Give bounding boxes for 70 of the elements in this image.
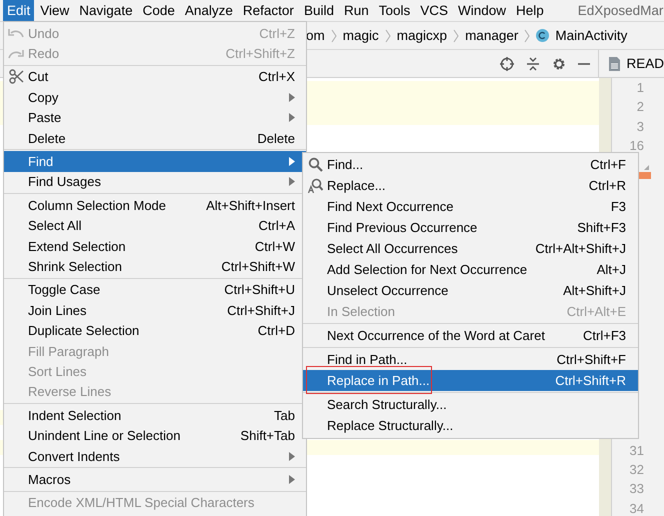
menu-item[interactable]: Join Lines Ctrl+Shift+J	[4, 300, 306, 320]
menu-item[interactable]: Extend Selection Ctrl+W	[4, 236, 306, 256]
menu-item[interactable]: Find Previous Occurrence Shift+F3	[303, 217, 638, 238]
menu-item[interactable]: Find... Ctrl+F	[303, 154, 638, 175]
menu-bar-item[interactable]: Code	[138, 0, 179, 21]
menu-item[interactable]: Find in Path... Ctrl+Shift+F	[303, 349, 638, 370]
line-number: 1	[636, 79, 644, 97]
menu-item[interactable]: Search Structurally...	[303, 394, 638, 415]
menu-item[interactable]: Delete Delete	[4, 128, 306, 148]
window-title: EdXposedMar	[578, 3, 664, 18]
settings-icon[interactable]	[552, 56, 566, 70]
menu-item[interactable]: Next Occurrence of the Word at Caret Ctrl+F3	[303, 325, 638, 346]
line-number: 34	[628, 500, 644, 516]
class-icon	[536, 29, 550, 42]
replace-icon	[308, 178, 322, 193]
menu-bar-item[interactable]: Tools	[374, 0, 414, 21]
menu-item[interactable]: Select All Ctrl+A	[4, 216, 306, 236]
chevron-icon	[524, 28, 530, 42]
menu-item[interactable]: Cut Ctrl+X	[4, 66, 306, 88]
menu-item[interactable]: Select All Occurrences Ctrl+Alt+Shift+J	[303, 238, 638, 259]
collapse-icon[interactable]	[526, 56, 540, 70]
undo-icon	[8, 28, 24, 38]
menu-item[interactable]: Macros	[4, 469, 306, 490]
redo-icon	[8, 48, 24, 59]
menu-item[interactable]: Column Selection Mode Alt+Shift+Insert	[4, 195, 306, 216]
chevron-icon	[384, 28, 391, 42]
menu-item[interactable]: Shrink Selection Ctrl+Shift+W	[4, 256, 306, 277]
menu-bar-item[interactable]: Refactor	[238, 0, 298, 21]
breadcrumb-item[interactable]: magic	[342, 28, 379, 43]
menu-item[interactable]: Indent Selection Tab	[4, 405, 306, 426]
line-number: 16	[628, 137, 644, 156]
breadcrumb-item[interactable]: om	[306, 28, 325, 43]
menu-item[interactable]: Unindent Line or Selection Shift+Tab	[4, 425, 306, 446]
menu-bar-item[interactable]: Edit	[3, 0, 34, 21]
line-number: 33	[628, 480, 644, 498]
menu-bar-item[interactable]: Window	[454, 0, 510, 21]
scissors-icon	[8, 69, 24, 84]
tag-icon	[638, 164, 651, 180]
breadcrumb-item[interactable]: magicxp	[396, 28, 448, 43]
breadcrumb-item[interactable]: MainActivity	[555, 28, 628, 43]
menu-bar-item[interactable]: View	[36, 0, 74, 21]
menu-item[interactable]: Find Usages	[4, 172, 306, 192]
search-icon	[308, 157, 322, 172]
breadcrumb-item[interactable]: manager	[465, 28, 518, 43]
menu-bar-item[interactable]: Run	[340, 0, 373, 21]
menu-bar-item[interactable]: Help	[512, 0, 548, 21]
menu-bar-item[interactable]: VCS	[416, 0, 452, 21]
menu-item[interactable]: Find Next Occurrence F3	[303, 196, 638, 217]
line-number: 32	[628, 460, 644, 479]
menu-item[interactable]: Toggle Case Ctrl+Shift+U	[4, 280, 306, 300]
menu-item[interactable]: Paste	[4, 108, 306, 128]
line-number: 3	[636, 118, 644, 136]
menu-item[interactable]: Copy	[4, 87, 306, 108]
chevron-icon	[453, 28, 460, 42]
menu-item[interactable]: Convert Indents	[4, 446, 306, 466]
menu-bar-item[interactable]: Navigate	[75, 0, 137, 21]
menu-item[interactable]: Duplicate Selection Ctrl+D	[4, 320, 306, 341]
menu-bar-item[interactable]: Build	[300, 0, 338, 21]
menu-item[interactable]: Find	[4, 151, 306, 172]
file-icon	[609, 56, 620, 70]
chevron-icon	[330, 28, 337, 42]
menu-item[interactable]: Unselect Occurrence Alt+Shift+J	[303, 280, 638, 301]
menu-item[interactable]: Add Selection for Next Occurrence Alt+J	[303, 259, 638, 280]
menu-item[interactable]: Replace Structurally...	[303, 415, 638, 436]
menu-bar-item[interactable]: Analyze	[180, 0, 237, 21]
crosshair-icon[interactable]	[500, 56, 514, 70]
line-number: 2	[636, 98, 644, 116]
menu-item[interactable]: Replace... Ctrl+R	[303, 175, 638, 196]
line-number: 31	[628, 442, 644, 460]
editor-tab[interactable]: READ	[599, 50, 664, 77]
